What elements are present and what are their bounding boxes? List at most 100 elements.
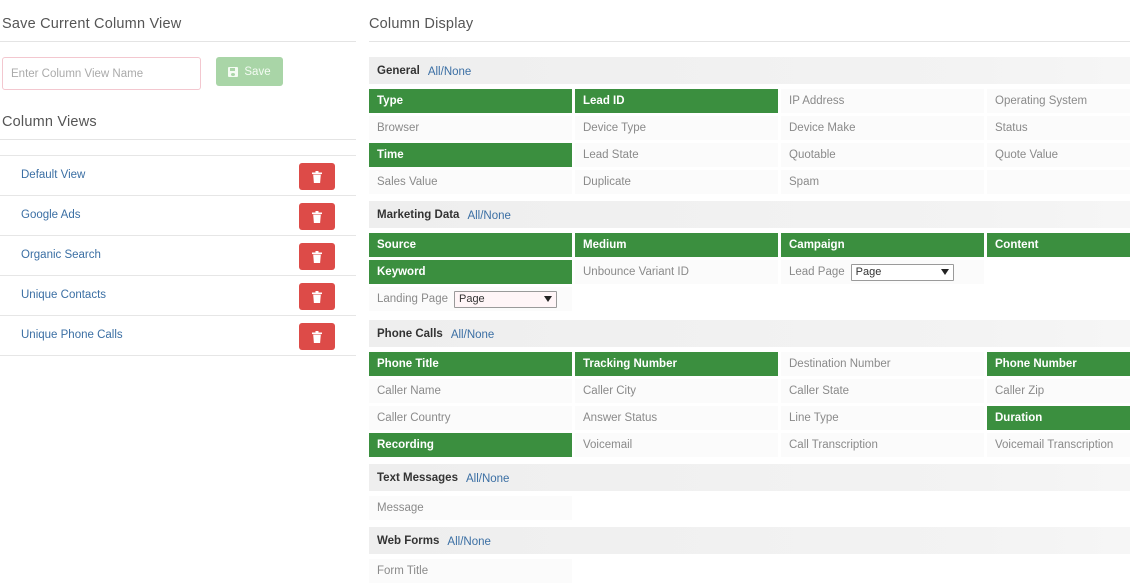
select-all-link[interactable]: All [467, 210, 480, 222]
delete-view-button[interactable] [299, 243, 335, 270]
column-label: Lead Page [789, 266, 845, 278]
empty-cell [987, 170, 1130, 194]
select-none-link[interactable]: None [482, 473, 510, 485]
column-toggle-message[interactable]: Message [369, 496, 572, 520]
column-toggle-form-title[interactable]: Form Title [369, 559, 572, 583]
category-header-phone: Phone Calls All/None [369, 320, 1130, 347]
select-value: Page [855, 266, 882, 278]
column-view-link[interactable]: Google Ads [21, 209, 80, 221]
delete-view-button[interactable] [299, 203, 335, 230]
column-toggle-answer-status[interactable]: Answer Status [575, 406, 778, 430]
column-toggle-unbounce-variant-id[interactable]: Unbounce Variant ID [575, 260, 778, 284]
column-toggle-destination-number[interactable]: Destination Number [781, 352, 984, 376]
column-toggle-browser[interactable]: Browser [369, 116, 572, 140]
trash-icon [312, 290, 322, 303]
column-toggle-caller-country[interactable]: Caller Country [369, 406, 572, 430]
delete-view-button[interactable] [299, 323, 335, 350]
select-none-link[interactable]: None [483, 210, 511, 222]
category-name: Text Messages [377, 471, 458, 484]
category-name: Marketing Data [377, 208, 460, 221]
divider [0, 41, 356, 42]
column-toggle-caller-name[interactable]: Caller Name [369, 379, 572, 403]
trash-icon [312, 250, 322, 263]
category-header-web: Web Forms All/None [369, 527, 1130, 554]
column-toggle-phone-title[interactable]: Phone Title [369, 352, 572, 376]
column-toggle-grid-general: Type Lead ID IP Address Operating System Bro… [369, 89, 1130, 197]
empty-cell [575, 287, 778, 311]
column-toggle-grid-web: Form Title [369, 559, 1130, 586]
select-none-link[interactable]: None [444, 66, 472, 78]
column-toggle-operating-system[interactable]: Operating System [987, 89, 1130, 113]
column-label: Tracking Number [583, 358, 677, 370]
select-none-link[interactable]: None [463, 536, 491, 548]
column-toggle-source[interactable]: Source [369, 233, 572, 257]
select-all-link[interactable]: All [428, 66, 441, 78]
page-select[interactable]: Page [453, 290, 557, 308]
select-all-link[interactable]: All [447, 536, 460, 548]
column-toggle-grid-phone: Phone Title Tracking Number Destination Nu… [369, 352, 1130, 460]
column-toggle-content[interactable]: Content [987, 233, 1130, 257]
column-toggle-lead-page[interactable]: Lead Page Page [781, 260, 984, 284]
page-select[interactable]: Page [850, 263, 954, 281]
column-toggle-duplicate[interactable]: Duplicate [575, 170, 778, 194]
column-label: Line Type [789, 412, 839, 424]
column-label: Duplicate [583, 176, 631, 188]
column-toggle-duration[interactable]: Duration [987, 406, 1130, 430]
empty-cell [987, 496, 1130, 520]
column-toggle-line-type[interactable]: Line Type [781, 406, 984, 430]
trash-icon [312, 330, 322, 343]
column-view-list: Default View Google Ads Organic Search Uniq… [0, 155, 356, 356]
save-button[interactable]: Save [216, 57, 283, 86]
column-label: Message [377, 502, 424, 514]
column-label: Sales Value [377, 176, 438, 188]
column-label: Destination Number [789, 358, 891, 370]
column-toggle-voicemail[interactable]: Voicemail [575, 433, 778, 457]
column-toggle-lead-state[interactable]: Lead State [575, 143, 778, 167]
column-toggle-caller-city[interactable]: Caller City [575, 379, 778, 403]
column-toggle-lead-id[interactable]: Lead ID [575, 89, 778, 113]
column-toggle-sales-value[interactable]: Sales Value [369, 170, 572, 194]
column-toggle-keyword[interactable]: Keyword [369, 260, 572, 284]
column-toggle-call-transcription[interactable]: Call Transcription [781, 433, 984, 457]
column-toggle-quotable[interactable]: Quotable [781, 143, 984, 167]
column-label: Medium [583, 239, 627, 251]
column-toggle-medium[interactable]: Medium [575, 233, 778, 257]
column-toggle-voicemail-transcription[interactable]: Voicemail Transcription [987, 433, 1130, 457]
column-view-link[interactable]: Unique Contacts [21, 289, 106, 301]
column-toggle-caller-state[interactable]: Caller State [781, 379, 984, 403]
divider [0, 139, 356, 140]
all-none-toggle: All/None [467, 206, 510, 224]
column-view-name-input[interactable] [2, 57, 201, 90]
column-toggle-spam[interactable]: Spam [781, 170, 984, 194]
column-toggle-campaign[interactable]: Campaign [781, 233, 984, 257]
column-label: Time [377, 149, 404, 161]
column-toggle-type[interactable]: Type [369, 89, 572, 113]
select-all-link[interactable]: All [466, 473, 479, 485]
delete-view-button[interactable] [299, 283, 335, 310]
column-toggle-tracking-number[interactable]: Tracking Number [575, 352, 778, 376]
column-toggle-phone-number[interactable]: Phone Number [987, 352, 1130, 376]
empty-cell [781, 496, 984, 520]
column-view-link[interactable]: Organic Search [21, 249, 101, 261]
column-view-link[interactable]: Default View [21, 169, 85, 181]
column-toggle-device-type[interactable]: Device Type [575, 116, 778, 140]
column-toggle-grid-marketing: Source Medium Campaign Content Keyword Unboun… [369, 233, 1130, 314]
column-label: Phone Title [377, 358, 439, 370]
column-toggle-time[interactable]: Time [369, 143, 572, 167]
column-toggle-caller-zip[interactable]: Caller Zip [987, 379, 1130, 403]
column-toggle-ip-address[interactable]: IP Address [781, 89, 984, 113]
column-toggle-status[interactable]: Status [987, 116, 1130, 140]
trash-icon [312, 170, 322, 183]
column-toggle-landing-page[interactable]: Landing Page Page [369, 287, 572, 311]
select-none-link[interactable]: None [467, 329, 495, 341]
column-view-row: Unique Contacts [0, 276, 356, 316]
column-toggle-device-make[interactable]: Device Make [781, 116, 984, 140]
trash-icon [312, 210, 322, 223]
column-toggle-recording[interactable]: Recording [369, 433, 572, 457]
delete-view-button[interactable] [299, 163, 335, 190]
column-toggle-quote-value[interactable]: Quote Value [987, 143, 1130, 167]
select-value: Page [458, 293, 485, 305]
column-view-link[interactable]: Unique Phone Calls [21, 329, 123, 341]
select-all-link[interactable]: All [451, 329, 464, 341]
floppy-disk-icon [228, 66, 239, 77]
